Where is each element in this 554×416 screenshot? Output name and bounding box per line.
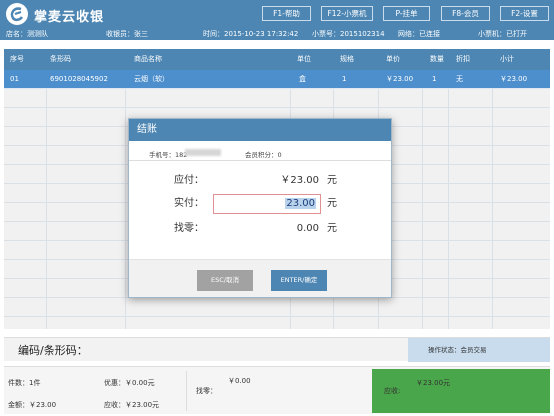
due-unit: 元 <box>327 175 337 186</box>
hold-order-button[interactable]: P-挂单 <box>383 6 430 21</box>
barcode-bar: 编码/条形码： 操作状态：会员交易 <box>4 337 550 362</box>
paid-amount-value: 23.00 <box>285 198 316 209</box>
summary-change-value: ￥0.00 <box>228 377 251 385</box>
total-amount: 金额：￥23.00 <box>8 401 57 409</box>
current-time: 时间：2015-10-23 17:32:42 <box>203 30 299 38</box>
cell-qty: 1 <box>432 75 437 83</box>
printer-status: 小票机：已打开 <box>478 30 527 38</box>
checkout-dialog: 结账 手机号：182 会员积分：0 应付： ￥23.00 元 实付： 元 23.… <box>128 118 392 298</box>
col-header-name: 商品名称 <box>134 55 162 63</box>
settings-button[interactable]: F2-设置 <box>500 6 549 21</box>
cashier-name: 收银员：张三 <box>106 30 148 38</box>
paid-label: 实付： <box>174 198 204 209</box>
summary-panel: 件数：1件 优惠：￥0.00元 金额：￥23.00 应收：￥23.00元 找零：… <box>4 366 550 414</box>
app-title: 掌麦云收银 <box>34 10 105 25</box>
cell-price: ￥23.00 <box>386 75 414 83</box>
cell-index: 01 <box>10 75 19 83</box>
receivable-amount: 应收：￥23.00元 <box>104 401 160 409</box>
member-phone: 手机号：182 <box>149 151 188 159</box>
operation-status: 操作状态：会员交易 <box>408 338 550 362</box>
col-header-spec: 规格 <box>340 55 354 63</box>
change-row: 找零： 0.00 元 <box>129 219 391 239</box>
masked-phone-digits <box>185 149 221 156</box>
cell-subtotal: ￥23.00 <box>500 75 528 83</box>
summary-change-label: 找零： <box>196 387 217 395</box>
due-label: 应付： <box>174 175 204 186</box>
app-logo-icon <box>6 3 28 25</box>
cell-unit: 盒 <box>299 75 306 83</box>
table-header: 序号 条形码 商品名称 单位 规格 单价 数量 折扣 小计 <box>4 49 550 70</box>
store-name: 店名：测测队 <box>6 30 48 38</box>
ticket-number: 小票号：2015102314 <box>312 30 385 38</box>
col-header-subtotal: 小计 <box>500 55 514 63</box>
change-label: 找零： <box>174 223 204 234</box>
col-header-barcode: 条形码 <box>50 55 71 63</box>
confirm-button[interactable]: ENTER/确定 <box>271 270 327 291</box>
col-header-price: 单价 <box>386 55 400 63</box>
member-points: 会员积分：0 <box>245 151 282 159</box>
item-count: 件数：1件 <box>8 379 41 387</box>
amount-due-value: ￥23.00元 <box>416 379 451 387</box>
printer-button[interactable]: F12-小票机 <box>321 6 373 21</box>
cell-spec: 1 <box>342 75 347 83</box>
dialog-footer: ESC/取消 ENTER/确定 <box>129 259 391 297</box>
member-button[interactable]: F8-会员 <box>441 6 490 21</box>
paid-amount-input[interactable]: 23.00 <box>213 194 321 214</box>
cell-discount: 无 <box>456 75 463 83</box>
due-row: 应付： ￥23.00 元 <box>129 171 391 191</box>
cancel-button[interactable]: ESC/取消 <box>197 270 253 291</box>
help-button[interactable]: F1-帮助 <box>262 6 311 21</box>
amount-due-box: 应收: ￥23.00元 <box>372 369 550 413</box>
info-bar: 店名：测测队 收银员：张三 时间：2015-10-23 17:32:42 小票号… <box>0 28 554 40</box>
dialog-title: 结账 <box>129 119 391 141</box>
discount-amount: 优惠：￥0.00元 <box>104 379 155 387</box>
col-header-qty: 数量 <box>430 55 444 63</box>
due-value: ￥23.00 <box>280 175 319 186</box>
network-status: 网络：已连接 <box>398 30 440 38</box>
paid-unit: 元 <box>327 198 337 209</box>
title-bar: 掌麦云收银 F1-帮助 F12-小票机 P-挂单 F8-会员 F2-设置 <box>0 0 554 28</box>
dialog-divider <box>129 160 391 161</box>
change-unit: 元 <box>327 223 337 234</box>
change-value: 0.00 <box>296 223 319 234</box>
barcode-input[interactable] <box>100 339 410 361</box>
summary-divider <box>186 371 187 411</box>
barcode-label: 编码/条形码： <box>18 344 88 357</box>
col-header-discount: 折扣 <box>456 55 470 63</box>
cell-barcode: 6901028045902 <box>50 75 108 83</box>
table-row[interactable]: 01 6901028045902 云烟（软） 盒 1 ￥23.00 1 无 ￥2… <box>4 70 550 89</box>
col-header-unit: 单位 <box>297 55 311 63</box>
cell-name: 云烟（软） <box>134 75 169 83</box>
amount-due-label: 应收: <box>384 387 401 395</box>
col-header-index: 序号 <box>10 55 24 63</box>
